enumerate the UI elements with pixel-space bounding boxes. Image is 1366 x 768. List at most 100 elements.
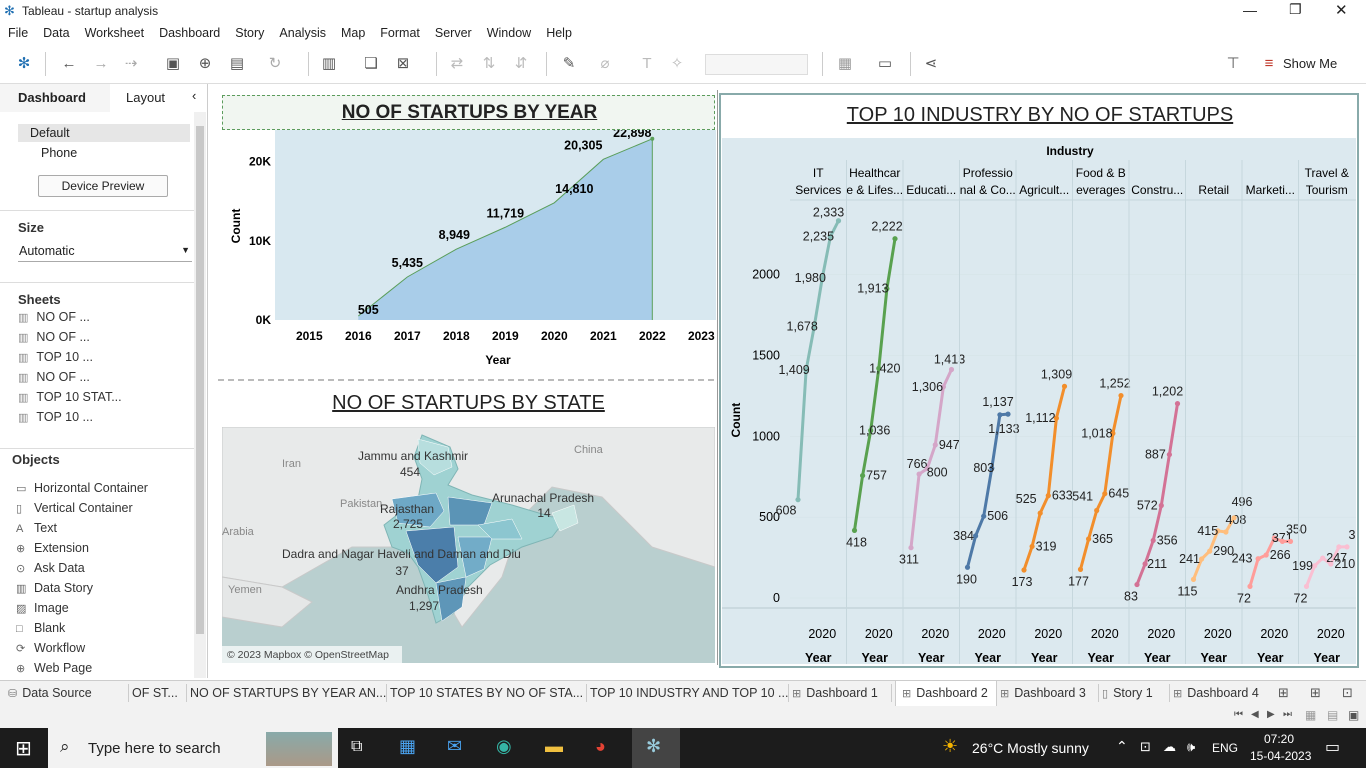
menu-window[interactable]: Window: [479, 22, 538, 40]
object-data-story[interactable]: ▥ Data Story: [16, 581, 93, 595]
sheet-tab[interactable]: ⛁ Data Source: [8, 686, 92, 700]
notification-icon[interactable]: ▭: [1325, 737, 1340, 757]
menu-server[interactable]: Server: [427, 22, 479, 40]
mail-icon[interactable]: ✉: [447, 736, 462, 757]
filmstrip-icon[interactable]: ▤: [1327, 708, 1338, 722]
menu-analysis[interactable]: Analysis: [271, 22, 333, 40]
menu-dashboard[interactable]: Dashboard: [151, 22, 227, 40]
device-preview-button[interactable]: Device Preview: [38, 175, 168, 197]
tab-layout[interactable]: Layout: [126, 90, 165, 105]
menu-data[interactable]: Data: [35, 22, 76, 40]
new-story-icon[interactable]: ⊡: [1342, 685, 1353, 701]
volume-icon[interactable]: 🕪: [1187, 739, 1195, 755]
label-icon[interactable]: T: [638, 55, 656, 73]
sheet-item[interactable]: ▥ NO OF ...: [18, 310, 90, 324]
chrome-icon[interactable]: ◕: [595, 736, 606, 757]
tab-dashboard[interactable]: Dashboard: [0, 84, 110, 112]
sheet-tab[interactable]: ⊞ Dashboard 3: [1000, 686, 1086, 700]
sheet-item[interactable]: ▥ TOP 10 ...: [18, 410, 93, 424]
language-indicator[interactable]: ENG: [1212, 741, 1238, 755]
clock-date[interactable]: 15-04-2023: [1250, 749, 1311, 763]
file-explorer-icon[interactable]: ▬: [545, 736, 563, 757]
menu-worksheet[interactable]: Worksheet: [77, 22, 152, 40]
tableau-icon[interactable]: ✻: [15, 55, 33, 73]
sheet-item[interactable]: ▥ TOP 10 STAT...: [18, 390, 122, 404]
task-view-icon[interactable]: ⧉: [351, 738, 362, 756]
collapse-pane-icon[interactable]: ‹: [192, 88, 196, 103]
prev-tab-icon[interactable]: ◀: [1251, 709, 1259, 720]
cloud-icon[interactable]: ☁: [1163, 739, 1176, 755]
menu-file[interactable]: File: [0, 22, 35, 40]
object-workflow[interactable]: ⟳ Workflow: [16, 641, 85, 655]
state-map[interactable]: Iran Pakistan China Arabia Yemen Jammu and Ka…: [222, 427, 715, 663]
share-icon[interactable]: ⋖: [922, 55, 940, 73]
duplicate-icon[interactable]: ❏: [362, 55, 380, 73]
tray-chevron-icon[interactable]: ⌃: [1116, 738, 1128, 755]
close-icon[interactable]: ✕: [1335, 1, 1348, 19]
object-text[interactable]: A Text: [16, 521, 57, 535]
industry-line-chart[interactable]: Industry0500100015002000CountITServices6…: [722, 138, 1356, 664]
object-web-page[interactable]: ⊕ Web Page: [16, 661, 92, 675]
object-horizontal-container[interactable]: ▭ Horizontal Container: [16, 481, 148, 495]
object-blank[interactable]: □ Blank: [16, 621, 65, 635]
year-area-chart[interactable]: 0K 10K 20K 2015 2016 2017 2018 2019 2020 2021 2022…: [222, 130, 716, 376]
sheet-tab[interactable]: OF ST...: [132, 686, 178, 700]
show-cards-icon[interactable]: ▦: [836, 55, 854, 73]
show-me-button[interactable]: Show Me: [1283, 56, 1337, 71]
swap-icon[interactable]: ⇄: [448, 55, 466, 73]
pause-updates-icon[interactable]: ▤: [228, 55, 246, 73]
device-default[interactable]: Default: [18, 124, 190, 142]
taskbar-search[interactable]: ⌕ Type here to search: [48, 728, 338, 768]
weather-text[interactable]: 26°C Mostly sunny: [972, 740, 1089, 756]
size-dropdown[interactable]: Automatic ▼: [18, 242, 192, 262]
edge-icon[interactable]: ◉: [496, 736, 512, 757]
highlight-icon[interactable]: ✎: [560, 55, 578, 73]
sheet-tab[interactable]: TOP 10 STATES BY NO OF STA...: [390, 686, 583, 700]
sheet-tab[interactable]: NO OF STARTUPS BY YEAR AN...: [190, 686, 386, 700]
group-icon[interactable]: ⌀: [596, 55, 614, 73]
clock-time[interactable]: 07:20: [1264, 732, 1294, 746]
menu-story[interactable]: Story: [227, 22, 271, 40]
new-data-source-icon[interactable]: ⊕: [196, 55, 214, 73]
sort-ascending-icon[interactable]: ⇅: [480, 55, 498, 73]
replay-icon[interactable]: ⇢: [122, 55, 140, 73]
pin-icon[interactable]: ✧: [668, 55, 686, 73]
sort-descending-icon[interactable]: ⇵: [512, 55, 530, 73]
clear-sheet-icon[interactable]: ⊠: [394, 55, 412, 73]
scrollbar[interactable]: [194, 112, 206, 678]
menu-help[interactable]: Help: [538, 22, 579, 40]
new-worksheet-icon[interactable]: ▥: [320, 55, 338, 73]
show-me-icon[interactable]: ≡: [1260, 55, 1278, 73]
menu-format[interactable]: Format: [372, 22, 427, 40]
new-worksheet-icon[interactable]: ⊞: [1278, 685, 1289, 701]
object-ask-data[interactable]: ⊙ Ask Data: [16, 561, 85, 575]
sheet-tab[interactable]: ▯ Story 1: [1102, 686, 1153, 700]
tabs-view-icon[interactable]: ▣: [1348, 708, 1359, 722]
redo-icon[interactable]: →: [92, 55, 110, 73]
tableau-taskbar-button[interactable]: ✻: [632, 728, 680, 768]
windows-start-icon[interactable]: ⊞: [15, 736, 32, 761]
sheet-item[interactable]: ▥ TOP 10 ...: [18, 350, 93, 364]
sheet-tab[interactable]: ⊞ Dashboard 2: [895, 681, 997, 707]
network-icon[interactable]: ⊡: [1140, 739, 1151, 755]
sheet-item[interactable]: ▥ NO OF ...: [18, 330, 90, 344]
last-tab-icon[interactable]: ⏭: [1283, 709, 1292, 720]
sheet-tab[interactable]: ⊞ Dashboard 4: [1173, 686, 1259, 700]
grid-view-icon[interactable]: ▦: [1305, 708, 1316, 722]
sheet-tab[interactable]: ⊞ Dashboard 1: [792, 686, 878, 700]
object-image[interactable]: ▨ Image: [16, 601, 69, 615]
fit-dropdown[interactable]: [705, 54, 808, 75]
first-tab-icon[interactable]: ⏮: [1234, 709, 1243, 720]
sheet-tab[interactable]: TOP 10 INDUSTRY AND TOP 10 ...: [590, 686, 788, 700]
device-phone[interactable]: Phone: [41, 146, 77, 160]
object-vertical-container[interactable]: ▯ Vertical Container: [16, 501, 133, 515]
minimize-icon[interactable]: —: [1243, 2, 1257, 18]
format-painter-icon[interactable]: ⊤: [1224, 55, 1242, 73]
refresh-icon[interactable]: ↻: [266, 55, 284, 73]
sheet-item[interactable]: ▥ NO OF ...: [18, 370, 90, 384]
maximize-icon[interactable]: ❐: [1289, 1, 1302, 18]
undo-icon[interactable]: ←: [60, 55, 78, 73]
object-extension[interactable]: ⊕ Extension: [16, 541, 89, 555]
new-dashboard-icon[interactable]: ⊞: [1310, 685, 1321, 701]
store-icon[interactable]: ▦: [399, 736, 416, 757]
